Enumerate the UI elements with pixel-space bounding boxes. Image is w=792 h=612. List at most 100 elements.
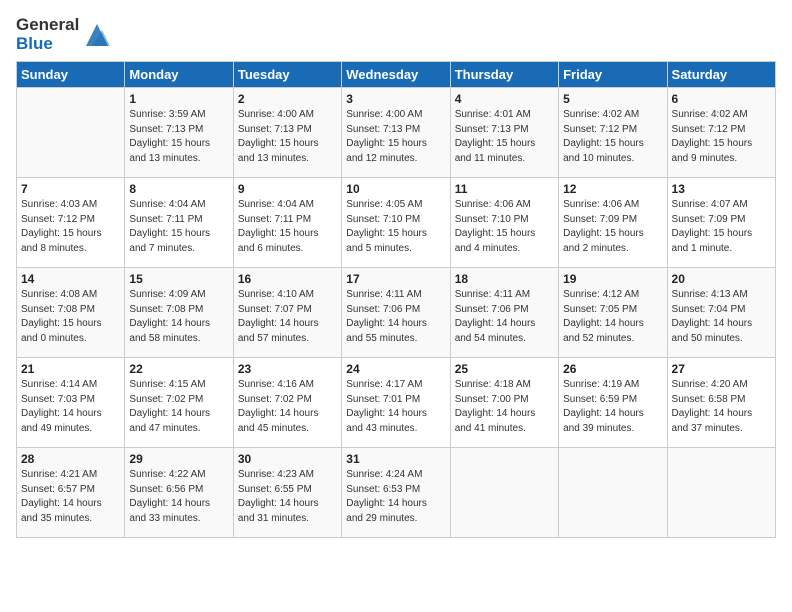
day-number: 17 (346, 272, 445, 286)
day-info: Sunrise: 4:04 AM Sunset: 7:11 PM Dayligh… (129, 198, 228, 256)
day-number: 7 (21, 182, 120, 196)
day-number: 18 (455, 272, 554, 286)
calendar-cell: 6 Sunrise: 4:02 AM Sunset: 7:12 PM Daylig… (667, 88, 775, 178)
day-info: Sunrise: 4:24 AM Sunset: 6:53 PM Dayligh… (346, 468, 445, 526)
day-number: 31 (346, 452, 445, 466)
day-number: 16 (238, 272, 337, 286)
calendar-cell: 29 Sunrise: 4:22 AM Sunset: 6:56 PM Dayli… (125, 448, 233, 538)
day-number: 24 (346, 362, 445, 376)
day-number: 9 (238, 182, 337, 196)
calendar-cell: 1 Sunrise: 3:59 AM Sunset: 7:13 PM Daylig… (125, 88, 233, 178)
calendar-cell: 2 Sunrise: 4:00 AM Sunset: 7:13 PM Daylig… (233, 88, 341, 178)
day-info: Sunrise: 4:18 AM Sunset: 7:00 PM Dayligh… (455, 378, 554, 436)
calendar-week-row: 14Sunrise: 4:08 AM Sunset: 7:08 PM Dayli… (17, 268, 776, 358)
calendar-cell: 12Sunrise: 4:06 AM Sunset: 7:09 PM Dayli… (559, 178, 667, 268)
calendar-cell: 25 Sunrise: 4:18 AM Sunset: 7:00 PM Dayli… (450, 358, 558, 448)
calendar-cell: 5Sunrise: 4:02 AM Sunset: 7:12 PM Daylig… (559, 88, 667, 178)
day-number: 3 (346, 92, 445, 106)
logo-blue: Blue (16, 35, 79, 54)
day-info: Sunrise: 4:22 AM Sunset: 6:56 PM Dayligh… (129, 468, 228, 526)
calendar-cell: 23 Sunrise: 4:16 AM Sunset: 7:02 PM Dayli… (233, 358, 341, 448)
calendar-cell: 22 Sunrise: 4:15 AM Sunset: 7:02 PM Dayli… (125, 358, 233, 448)
calendar-cell: 30 Sunrise: 4:23 AM Sunset: 6:55 PM Dayli… (233, 448, 341, 538)
calendar-week-row: 7Sunrise: 4:03 AM Sunset: 7:12 PM Daylig… (17, 178, 776, 268)
calendar-header: SundayMondayTuesdayWednesdayThursdayFrid… (17, 62, 776, 88)
day-of-week-header: Thursday (450, 62, 558, 88)
calendar-week-row: 21Sunrise: 4:14 AM Sunset: 7:03 PM Dayli… (17, 358, 776, 448)
day-number: 19 (563, 272, 662, 286)
calendar-week-row: 28 Sunrise: 4:21 AM Sunset: 6:57 PM Dayli… (17, 448, 776, 538)
day-number: 1 (129, 92, 228, 106)
day-number: 5 (563, 92, 662, 106)
calendar-cell: 19Sunrise: 4:12 AM Sunset: 7:05 PM Dayli… (559, 268, 667, 358)
calendar-cell: 9 Sunrise: 4:04 AM Sunset: 7:11 PM Daylig… (233, 178, 341, 268)
day-info: Sunrise: 4:10 AM Sunset: 7:07 PM Dayligh… (238, 288, 337, 346)
logo-general: General (16, 16, 79, 35)
calendar-cell: 7Sunrise: 4:03 AM Sunset: 7:12 PM Daylig… (17, 178, 125, 268)
day-info: Sunrise: 4:15 AM Sunset: 7:02 PM Dayligh… (129, 378, 228, 436)
calendar-cell: 15Sunrise: 4:09 AM Sunset: 7:08 PM Dayli… (125, 268, 233, 358)
day-info: Sunrise: 4:11 AM Sunset: 7:06 PM Dayligh… (455, 288, 554, 346)
day-number: 13 (672, 182, 771, 196)
calendar-cell (559, 448, 667, 538)
calendar-cell: 17 Sunrise: 4:11 AM Sunset: 7:06 PM Dayli… (342, 268, 450, 358)
day-number: 29 (129, 452, 228, 466)
day-number: 27 (672, 362, 771, 376)
page-header: General Blue (16, 16, 776, 53)
day-of-week-header: Friday (559, 62, 667, 88)
day-info: Sunrise: 4:06 AM Sunset: 7:10 PM Dayligh… (455, 198, 554, 256)
day-of-week-header: Saturday (667, 62, 775, 88)
day-info: Sunrise: 4:16 AM Sunset: 7:02 PM Dayligh… (238, 378, 337, 436)
day-info: Sunrise: 3:59 AM Sunset: 7:13 PM Dayligh… (129, 108, 228, 166)
calendar-week-row: 1 Sunrise: 3:59 AM Sunset: 7:13 PM Daylig… (17, 88, 776, 178)
calendar-cell (450, 448, 558, 538)
day-number: 8 (129, 182, 228, 196)
calendar-cell: 20Sunrise: 4:13 AM Sunset: 7:04 PM Dayli… (667, 268, 775, 358)
day-number: 26 (563, 362, 662, 376)
logo-icon (82, 20, 112, 50)
calendar-cell: 28 Sunrise: 4:21 AM Sunset: 6:57 PM Dayli… (17, 448, 125, 538)
day-of-week-header: Tuesday (233, 62, 341, 88)
day-info: Sunrise: 4:07 AM Sunset: 7:09 PM Dayligh… (672, 198, 771, 256)
day-number: 22 (129, 362, 228, 376)
day-number: 10 (346, 182, 445, 196)
day-info: Sunrise: 4:21 AM Sunset: 6:57 PM Dayligh… (21, 468, 120, 526)
day-info: Sunrise: 4:02 AM Sunset: 7:12 PM Dayligh… (672, 108, 771, 166)
day-info: Sunrise: 4:17 AM Sunset: 7:01 PM Dayligh… (346, 378, 445, 436)
logo: General Blue (16, 16, 112, 53)
day-number: 23 (238, 362, 337, 376)
day-info: Sunrise: 4:20 AM Sunset: 6:58 PM Dayligh… (672, 378, 771, 436)
day-of-week-header: Monday (125, 62, 233, 88)
day-info: Sunrise: 4:19 AM Sunset: 6:59 PM Dayligh… (563, 378, 662, 436)
day-info: Sunrise: 4:04 AM Sunset: 7:11 PM Dayligh… (238, 198, 337, 256)
day-info: Sunrise: 4:11 AM Sunset: 7:06 PM Dayligh… (346, 288, 445, 346)
day-number: 6 (672, 92, 771, 106)
day-info: Sunrise: 4:01 AM Sunset: 7:13 PM Dayligh… (455, 108, 554, 166)
day-number: 4 (455, 92, 554, 106)
calendar-cell: 13 Sunrise: 4:07 AM Sunset: 7:09 PM Dayli… (667, 178, 775, 268)
calendar-cell: 26 Sunrise: 4:19 AM Sunset: 6:59 PM Dayli… (559, 358, 667, 448)
calendar-cell: 4 Sunrise: 4:01 AM Sunset: 7:13 PM Daylig… (450, 88, 558, 178)
calendar-table: SundayMondayTuesdayWednesdayThursdayFrid… (16, 61, 776, 538)
day-number: 30 (238, 452, 337, 466)
calendar-cell: 21Sunrise: 4:14 AM Sunset: 7:03 PM Dayli… (17, 358, 125, 448)
calendar-cell (667, 448, 775, 538)
day-info: Sunrise: 4:00 AM Sunset: 7:13 PM Dayligh… (238, 108, 337, 166)
calendar-cell: 27 Sunrise: 4:20 AM Sunset: 6:58 PM Dayli… (667, 358, 775, 448)
day-number: 2 (238, 92, 337, 106)
calendar-cell: 31 Sunrise: 4:24 AM Sunset: 6:53 PM Dayli… (342, 448, 450, 538)
day-number: 11 (455, 182, 554, 196)
day-number: 28 (21, 452, 120, 466)
day-info: Sunrise: 4:08 AM Sunset: 7:08 PM Dayligh… (21, 288, 120, 346)
calendar-cell: 14Sunrise: 4:08 AM Sunset: 7:08 PM Dayli… (17, 268, 125, 358)
day-info: Sunrise: 4:06 AM Sunset: 7:09 PM Dayligh… (563, 198, 662, 256)
day-info: Sunrise: 4:09 AM Sunset: 7:08 PM Dayligh… (129, 288, 228, 346)
calendar-cell (17, 88, 125, 178)
day-of-week-header: Wednesday (342, 62, 450, 88)
day-number: 25 (455, 362, 554, 376)
day-of-week-header: Sunday (17, 62, 125, 88)
day-info: Sunrise: 4:23 AM Sunset: 6:55 PM Dayligh… (238, 468, 337, 526)
calendar-cell: 16 Sunrise: 4:10 AM Sunset: 7:07 PM Dayli… (233, 268, 341, 358)
day-info: Sunrise: 4:05 AM Sunset: 7:10 PM Dayligh… (346, 198, 445, 256)
day-number: 21 (21, 362, 120, 376)
